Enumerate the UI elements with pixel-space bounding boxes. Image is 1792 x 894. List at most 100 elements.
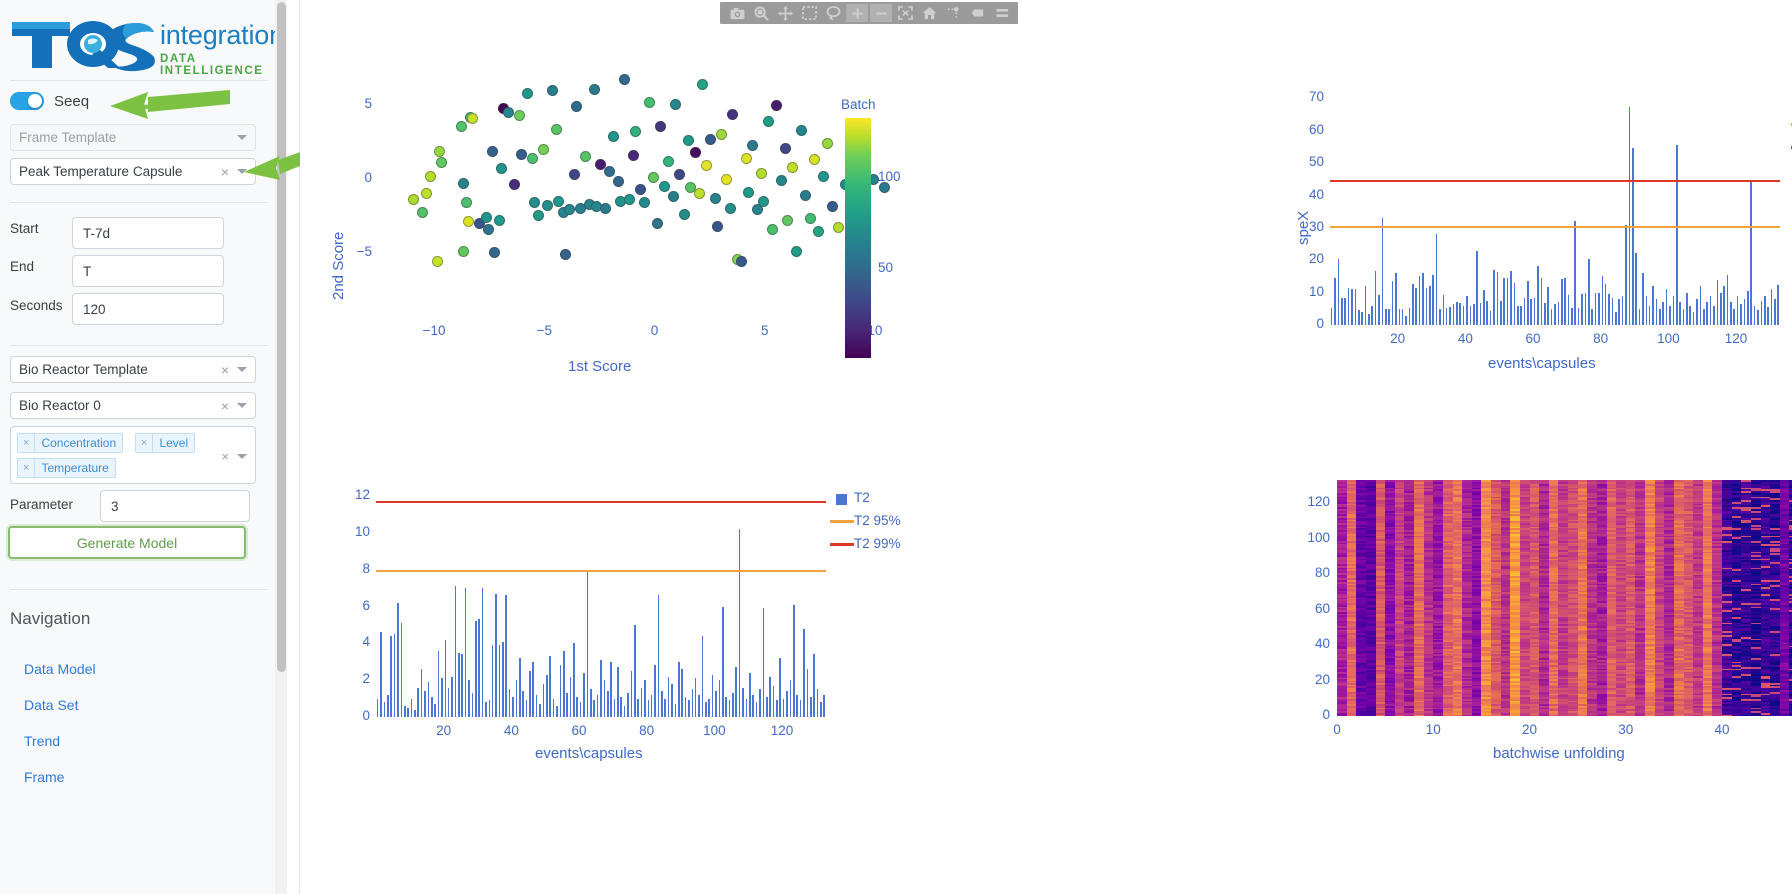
bar[interactable] bbox=[1747, 291, 1749, 325]
bar[interactable] bbox=[434, 704, 436, 717]
scatter-point[interactable] bbox=[568, 169, 580, 181]
scatter-point[interactable] bbox=[628, 149, 640, 161]
bar[interactable] bbox=[627, 693, 629, 717]
bar[interactable] bbox=[762, 608, 765, 717]
scatter-point[interactable] bbox=[467, 113, 479, 125]
bar[interactable] bbox=[711, 674, 714, 717]
bar[interactable] bbox=[1557, 302, 1560, 325]
bar[interactable] bbox=[1398, 308, 1401, 325]
bar[interactable] bbox=[590, 689, 592, 717]
bar[interactable] bbox=[1662, 302, 1665, 325]
bar[interactable] bbox=[1608, 294, 1610, 325]
bar[interactable] bbox=[549, 656, 551, 717]
bar[interactable] bbox=[745, 698, 748, 717]
bar[interactable] bbox=[1347, 288, 1350, 325]
bar[interactable] bbox=[1713, 305, 1715, 325]
bar[interactable] bbox=[677, 661, 680, 717]
bar[interactable] bbox=[1706, 302, 1708, 325]
bar[interactable] bbox=[1753, 305, 1756, 325]
nav-item-frame[interactable]: Frame bbox=[24, 769, 64, 785]
bar[interactable] bbox=[1439, 308, 1441, 325]
bar[interactable] bbox=[1574, 220, 1577, 325]
bar[interactable] bbox=[586, 569, 589, 717]
bar[interactable] bbox=[725, 696, 727, 717]
bar[interactable] bbox=[407, 707, 409, 717]
bar[interactable] bbox=[508, 689, 511, 717]
bar[interactable] bbox=[1703, 308, 1705, 325]
scatter-point[interactable] bbox=[460, 197, 472, 209]
scatter-point[interactable] bbox=[509, 179, 521, 191]
bar[interactable] bbox=[1425, 287, 1428, 325]
bar[interactable] bbox=[1726, 274, 1729, 325]
bar[interactable] bbox=[630, 670, 633, 717]
bar[interactable] bbox=[468, 680, 470, 717]
chevron-down-icon[interactable] bbox=[237, 169, 247, 174]
bar[interactable] bbox=[380, 632, 382, 717]
bar[interactable] bbox=[640, 687, 643, 717]
bar[interactable] bbox=[715, 691, 717, 717]
scatter-point[interactable] bbox=[689, 147, 701, 159]
zoom-out-icon[interactable] bbox=[870, 4, 892, 22]
bar[interactable] bbox=[1777, 284, 1780, 325]
scatter-point[interactable] bbox=[782, 214, 794, 226]
scatter-point[interactable] bbox=[795, 124, 807, 136]
chevron-down-icon[interactable] bbox=[237, 367, 247, 372]
bar[interactable] bbox=[721, 606, 724, 717]
bar[interactable] bbox=[573, 643, 575, 717]
bar[interactable] bbox=[623, 705, 626, 717]
bar[interactable] bbox=[430, 696, 433, 717]
bar[interactable] bbox=[779, 658, 782, 717]
clear-icon[interactable]: × bbox=[221, 449, 229, 464]
scatter-point[interactable] bbox=[667, 191, 679, 203]
bar[interactable] bbox=[1675, 145, 1678, 325]
scatter-point[interactable] bbox=[537, 144, 549, 156]
bar[interactable] bbox=[1740, 303, 1742, 325]
bar[interactable] bbox=[1591, 308, 1593, 325]
scatter-point[interactable] bbox=[762, 116, 774, 128]
nav-item-data-set[interactable]: Data Set bbox=[24, 697, 78, 713]
scatter-point[interactable] bbox=[725, 202, 737, 214]
bar[interactable] bbox=[539, 704, 541, 717]
scatter-point[interactable] bbox=[786, 161, 798, 173]
bar[interactable] bbox=[1344, 298, 1346, 325]
signal-chip[interactable]: × Temperature bbox=[17, 458, 116, 478]
box-select-icon[interactable] bbox=[798, 4, 820, 22]
bar[interactable] bbox=[518, 658, 521, 717]
bar[interactable] bbox=[1412, 284, 1414, 325]
spex-plot-area[interactable] bbox=[1330, 92, 1780, 325]
seeq-toggle-row[interactable]: Seeq bbox=[10, 92, 89, 110]
bar[interactable] bbox=[566, 693, 568, 717]
bar[interactable] bbox=[1452, 304, 1455, 325]
sidebar-scrollbar-thumb[interactable] bbox=[277, 2, 286, 672]
scatter-point[interactable] bbox=[553, 195, 565, 207]
scatter-point[interactable] bbox=[663, 155, 675, 167]
bar[interactable] bbox=[684, 696, 687, 717]
bar[interactable] bbox=[1716, 279, 1719, 325]
bar[interactable] bbox=[1445, 307, 1448, 325]
signal-chip[interactable]: × Concentration bbox=[17, 433, 124, 453]
bar[interactable] bbox=[1615, 312, 1617, 325]
bar[interactable] bbox=[1415, 287, 1418, 325]
bar[interactable] bbox=[1733, 308, 1736, 325]
scatter-point[interactable] bbox=[808, 154, 820, 166]
bar[interactable] bbox=[1577, 307, 1580, 325]
bar[interactable] bbox=[620, 696, 623, 717]
bar[interactable] bbox=[738, 529, 741, 717]
bar[interactable] bbox=[1763, 295, 1766, 325]
bar[interactable] bbox=[674, 704, 677, 717]
lasso-select-icon[interactable] bbox=[822, 4, 844, 22]
bar[interactable] bbox=[410, 698, 413, 717]
bar[interactable] bbox=[1530, 299, 1533, 325]
chevron-down-icon[interactable] bbox=[237, 454, 247, 459]
bar[interactable] bbox=[1435, 234, 1438, 325]
bar[interactable] bbox=[447, 687, 450, 717]
bar[interactable] bbox=[1621, 295, 1624, 325]
bar[interactable] bbox=[1405, 315, 1407, 325]
bar[interactable] bbox=[1719, 292, 1722, 325]
bar[interactable] bbox=[765, 696, 768, 717]
scatter-point[interactable] bbox=[630, 126, 642, 138]
bar[interactable] bbox=[1364, 286, 1367, 325]
signals-multiselect[interactable]: × Concentration × Level × Temperature × bbox=[10, 426, 256, 484]
bar[interactable] bbox=[647, 700, 650, 717]
bar[interactable] bbox=[454, 586, 457, 717]
